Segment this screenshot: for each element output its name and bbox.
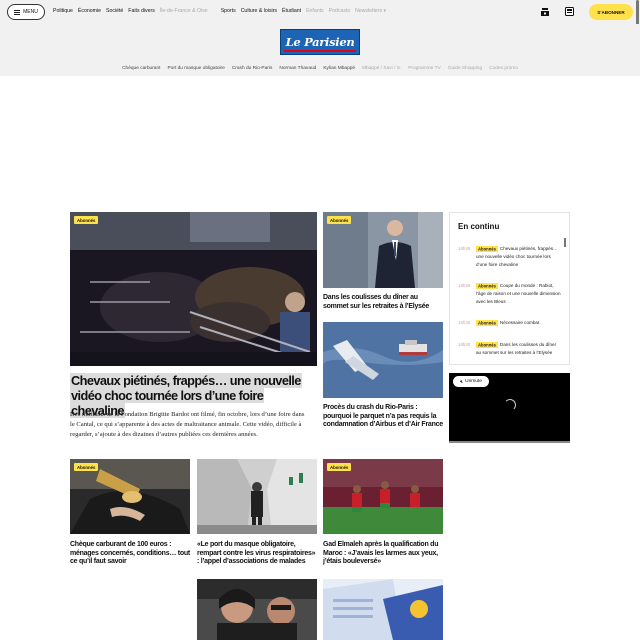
article-image-portrait[interactable] (197, 579, 317, 640)
article-image-metro[interactable] (197, 459, 317, 534)
nav-etudiant[interactable]: Étudiant (282, 8, 301, 14)
nav-newsletters-label: Newsletters (355, 8, 383, 14)
subscriber-badge: Abonnés (74, 463, 99, 471)
trend-item[interactable]: Norman Thavaud (279, 66, 316, 71)
article-photo (323, 322, 443, 398)
nav-sports[interactable]: Sports (221, 8, 236, 14)
unmute-button[interactable]: 🔇︎ Unmute (453, 376, 489, 387)
feed-item[interactable]: 16h45 Abonnés Coupe du monde : Rabiot, l’… (458, 282, 562, 308)
trending-topics: Chèque carburant Port du masque obligato… (0, 66, 640, 71)
subscriber-badge: Abonnés (74, 216, 99, 224)
nav-podcasts[interactable]: Podcasts (329, 8, 350, 14)
user-account-icon[interactable] (541, 7, 549, 16)
feed-text: Abonnés Nécessaire combat (476, 319, 562, 327)
subscriber-badge: Abonnés (476, 319, 498, 326)
trend-item[interactable]: Chèque carburant (122, 66, 160, 71)
feed-time: 16h30 (458, 320, 471, 325)
feed-item[interactable]: 16h30 Abonnés Nécessaire combat (458, 319, 562, 329)
subscriber-badge: Abonnés (476, 282, 498, 289)
main-nav: Politique Économie Société Faits divers … (53, 8, 386, 14)
article-image-macron[interactable]: Abonnés (323, 212, 443, 288)
subscriber-badge: Abonnés (476, 245, 498, 252)
trend-item[interactable]: Kylian Mbappé (323, 66, 355, 71)
nav-idf-oise[interactable]: Île-de-France & Oise (160, 8, 208, 14)
article-title[interactable]: Dans les coulisses du dîner au sommet su… (323, 294, 443, 311)
trend-item[interactable]: Port du masque obligatoire (167, 66, 224, 71)
feed-item[interactable]: 16h30 Abonnés Dans les coulisses du dîner… (458, 341, 562, 357)
menu-button[interactable]: MENU (7, 4, 45, 20)
article-image-lottery[interactable] (323, 579, 443, 640)
article-title[interactable]: Gad Elmaleh après la qualification du Ma… (323, 541, 445, 567)
video-progress-bar[interactable] (449, 441, 570, 443)
feed-time: 16h45 (458, 283, 471, 288)
article-image-football[interactable]: Abonnés (323, 459, 443, 534)
article-title[interactable]: Chèque carburant de 100 euros : ménages … (70, 541, 192, 567)
feed-time: 16h30 (458, 342, 471, 347)
nav-politique[interactable]: Politique (53, 8, 73, 14)
hero-photo (70, 212, 317, 366)
feed-text: Abonnés Chevaux piétinés, frappés… une no… (476, 245, 562, 269)
article-photo (323, 579, 443, 640)
live-feed-title: En continu (458, 222, 500, 231)
trend-item[interactable]: Codes promo (489, 66, 518, 71)
article-image-crash[interactable] (323, 322, 443, 398)
article-photo (197, 459, 317, 534)
menu-label: MENU (23, 9, 38, 15)
article-title[interactable]: Procès du crash du Rio-Paris : pourquoi … (323, 404, 445, 430)
live-feed-panel: En continu 16h45 Abonnés Chevaux piétinés… (449, 212, 570, 365)
feed-time: 16h45 (458, 246, 471, 251)
trend-item[interactable]: Mbappé / Xavi / S. (362, 66, 401, 71)
feed-item[interactable]: 16h45 Abonnés Chevaux piétinés, frappés… … (458, 245, 562, 271)
subscriber-badge: Abonnés (327, 463, 352, 471)
subscriber-badge: Abonnés (327, 216, 352, 224)
chevron-down-icon: ▾ (382, 8, 387, 14)
subscribe-button[interactable]: S'ABONNER (589, 4, 633, 20)
feed-text: Abonnés Coupe du monde : Rabiot, l’âge de… (476, 282, 562, 306)
article-title[interactable]: «Le port du masque obligatoire, rempart … (197, 541, 319, 567)
nav-newsletters[interactable]: Newsletters ▾ (355, 8, 386, 14)
newspaper-icon[interactable] (565, 7, 574, 16)
loading-spinner-icon (504, 399, 516, 411)
subscriber-badge: Abonnés (476, 341, 498, 348)
article-image-fuel[interactable]: Abonnés (70, 459, 190, 534)
site-logo[interactable]: Le Parisien (280, 29, 360, 55)
speaker-muted-icon: 🔇︎ (460, 379, 464, 385)
hero-image[interactable]: Abonnés (70, 212, 317, 366)
trend-item[interactable]: Programme TV (408, 66, 440, 71)
nav-culture-loisirs[interactable]: Culture & loisirs (241, 8, 277, 14)
trend-item[interactable]: Guide Shopping (448, 66, 482, 71)
nav-societe[interactable]: Société (106, 8, 123, 14)
hero-description: Des militants de la Fondation Brigitte B… (70, 411, 305, 438)
article-photo (197, 579, 317, 640)
feed-text-label: Nécessaire combat (499, 320, 540, 325)
nav-enfants[interactable]: Enfants (306, 8, 324, 14)
nav-economie[interactable]: Économie (78, 8, 101, 14)
unmute-label: Unmute (465, 379, 482, 384)
hamburger-icon (14, 9, 21, 15)
feed-text: Abonnés Dans les coulisses du dîner au so… (476, 341, 562, 357)
live-feed-scrollbar[interactable] (564, 238, 566, 247)
nav-faits-divers[interactable]: Faits divers (128, 8, 155, 14)
trend-item[interactable]: Crash du Rio-Paris (232, 66, 273, 71)
